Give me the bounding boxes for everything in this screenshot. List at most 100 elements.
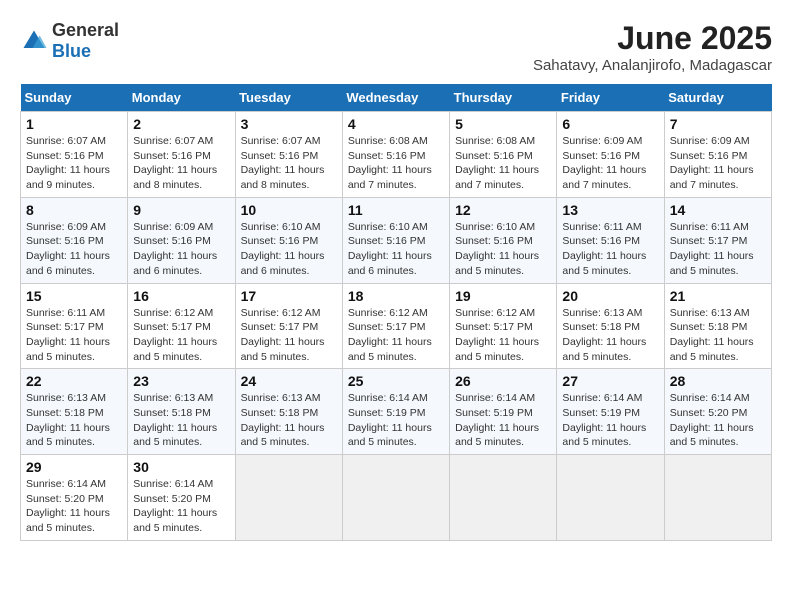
calendar-cell: 6 Sunrise: 6:09 AM Sunset: 5:16 PM Dayli…: [557, 112, 664, 198]
day-info: Sunrise: 6:12 AM Sunset: 5:17 PM Dayligh…: [241, 306, 337, 365]
calendar-cell: 21 Sunrise: 6:13 AM Sunset: 5:18 PM Dayl…: [664, 283, 771, 369]
day-number: 29: [26, 459, 122, 475]
day-info: Sunrise: 6:09 AM Sunset: 5:16 PM Dayligh…: [26, 220, 122, 279]
weekday-tuesday: Tuesday: [235, 84, 342, 112]
day-info: Sunrise: 6:13 AM Sunset: 5:18 PM Dayligh…: [562, 306, 658, 365]
day-number: 11: [348, 202, 444, 218]
day-number: 6: [562, 116, 658, 132]
day-info: Sunrise: 6:14 AM Sunset: 5:20 PM Dayligh…: [670, 391, 766, 450]
calendar-cell: 7 Sunrise: 6:09 AM Sunset: 5:16 PM Dayli…: [664, 112, 771, 198]
logo-blue: Blue: [52, 41, 91, 61]
calendar-header: Sunday Monday Tuesday Wednesday Thursday…: [21, 84, 772, 112]
calendar-cell: 20 Sunrise: 6:13 AM Sunset: 5:18 PM Dayl…: [557, 283, 664, 369]
day-info: Sunrise: 6:11 AM Sunset: 5:17 PM Dayligh…: [670, 220, 766, 279]
day-number: 23: [133, 373, 229, 389]
day-number: 3: [241, 116, 337, 132]
weekday-monday: Monday: [128, 84, 235, 112]
day-number: 5: [455, 116, 551, 132]
title-area: June 2025 Sahatavy, Analanjirofo, Madaga…: [533, 20, 772, 74]
day-number: 15: [26, 288, 122, 304]
calendar-cell: 8 Sunrise: 6:09 AM Sunset: 5:16 PM Dayli…: [21, 197, 128, 283]
weekday-wednesday: Wednesday: [342, 84, 449, 112]
calendar-cell: 1 Sunrise: 6:07 AM Sunset: 5:16 PM Dayli…: [21, 112, 128, 198]
day-info: Sunrise: 6:08 AM Sunset: 5:16 PM Dayligh…: [455, 134, 551, 193]
calendar-cell: 28 Sunrise: 6:14 AM Sunset: 5:20 PM Dayl…: [664, 369, 771, 455]
calendar-cell: 10 Sunrise: 6:10 AM Sunset: 5:16 PM Dayl…: [235, 197, 342, 283]
day-info: Sunrise: 6:09 AM Sunset: 5:16 PM Dayligh…: [670, 134, 766, 193]
weekday-sunday: Sunday: [21, 84, 128, 112]
calendar-cell: 2 Sunrise: 6:07 AM Sunset: 5:16 PM Dayli…: [128, 112, 235, 198]
calendar-cell: 12 Sunrise: 6:10 AM Sunset: 5:16 PM Dayl…: [450, 197, 557, 283]
calendar-cell: 9 Sunrise: 6:09 AM Sunset: 5:16 PM Dayli…: [128, 197, 235, 283]
day-info: Sunrise: 6:10 AM Sunset: 5:16 PM Dayligh…: [455, 220, 551, 279]
calendar-cell: 5 Sunrise: 6:08 AM Sunset: 5:16 PM Dayli…: [450, 112, 557, 198]
day-info: Sunrise: 6:07 AM Sunset: 5:16 PM Dayligh…: [26, 134, 122, 193]
day-number: 10: [241, 202, 337, 218]
header: General Blue June 2025 Sahatavy, Analanj…: [20, 20, 772, 74]
day-info: Sunrise: 6:10 AM Sunset: 5:16 PM Dayligh…: [241, 220, 337, 279]
calendar-cell: [450, 455, 557, 541]
day-info: Sunrise: 6:14 AM Sunset: 5:19 PM Dayligh…: [455, 391, 551, 450]
calendar-cell: 13 Sunrise: 6:11 AM Sunset: 5:16 PM Dayl…: [557, 197, 664, 283]
day-info: Sunrise: 6:13 AM Sunset: 5:18 PM Dayligh…: [670, 306, 766, 365]
calendar-cell: [557, 455, 664, 541]
day-info: Sunrise: 6:09 AM Sunset: 5:16 PM Dayligh…: [133, 220, 229, 279]
calendar-cell: [235, 455, 342, 541]
day-number: 26: [455, 373, 551, 389]
day-info: Sunrise: 6:11 AM Sunset: 5:16 PM Dayligh…: [562, 220, 658, 279]
day-number: 30: [133, 459, 229, 475]
calendar-cell: 3 Sunrise: 6:07 AM Sunset: 5:16 PM Dayli…: [235, 112, 342, 198]
calendar-cell: 24 Sunrise: 6:13 AM Sunset: 5:18 PM Dayl…: [235, 369, 342, 455]
calendar-cell: 14 Sunrise: 6:11 AM Sunset: 5:17 PM Dayl…: [664, 197, 771, 283]
logo-general: General: [52, 20, 119, 40]
calendar-cell: 23 Sunrise: 6:13 AM Sunset: 5:18 PM Dayl…: [128, 369, 235, 455]
weekday-thursday: Thursday: [450, 84, 557, 112]
subtitle: Sahatavy, Analanjirofo, Madagascar: [533, 57, 772, 74]
calendar-cell: 29 Sunrise: 6:14 AM Sunset: 5:20 PM Dayl…: [21, 455, 128, 541]
day-number: 8: [26, 202, 122, 218]
calendar-cell: 30 Sunrise: 6:14 AM Sunset: 5:20 PM Dayl…: [128, 455, 235, 541]
weekday-friday: Friday: [557, 84, 664, 112]
day-number: 17: [241, 288, 337, 304]
day-info: Sunrise: 6:14 AM Sunset: 5:20 PM Dayligh…: [26, 477, 122, 536]
day-info: Sunrise: 6:13 AM Sunset: 5:18 PM Dayligh…: [133, 391, 229, 450]
calendar-cell: 27 Sunrise: 6:14 AM Sunset: 5:19 PM Dayl…: [557, 369, 664, 455]
day-info: Sunrise: 6:13 AM Sunset: 5:18 PM Dayligh…: [26, 391, 122, 450]
day-number: 19: [455, 288, 551, 304]
day-number: 12: [455, 202, 551, 218]
day-number: 22: [26, 373, 122, 389]
day-number: 25: [348, 373, 444, 389]
day-number: 2: [133, 116, 229, 132]
weekday-saturday: Saturday: [664, 84, 771, 112]
day-info: Sunrise: 6:07 AM Sunset: 5:16 PM Dayligh…: [133, 134, 229, 193]
day-number: 24: [241, 373, 337, 389]
day-info: Sunrise: 6:10 AM Sunset: 5:16 PM Dayligh…: [348, 220, 444, 279]
day-number: 13: [562, 202, 658, 218]
logo-icon: [20, 27, 48, 55]
calendar-cell: 18 Sunrise: 6:12 AM Sunset: 5:17 PM Dayl…: [342, 283, 449, 369]
day-number: 9: [133, 202, 229, 218]
day-info: Sunrise: 6:09 AM Sunset: 5:16 PM Dayligh…: [562, 134, 658, 193]
main-title: June 2025: [533, 20, 772, 57]
day-info: Sunrise: 6:08 AM Sunset: 5:16 PM Dayligh…: [348, 134, 444, 193]
calendar-cell: 4 Sunrise: 6:08 AM Sunset: 5:16 PM Dayli…: [342, 112, 449, 198]
day-number: 28: [670, 373, 766, 389]
calendar-cell: [342, 455, 449, 541]
calendar-body: 1 Sunrise: 6:07 AM Sunset: 5:16 PM Dayli…: [21, 112, 772, 541]
day-info: Sunrise: 6:12 AM Sunset: 5:17 PM Dayligh…: [455, 306, 551, 365]
calendar-cell: 17 Sunrise: 6:12 AM Sunset: 5:17 PM Dayl…: [235, 283, 342, 369]
logo: General Blue: [20, 20, 119, 62]
day-number: 4: [348, 116, 444, 132]
calendar-cell: 26 Sunrise: 6:14 AM Sunset: 5:19 PM Dayl…: [450, 369, 557, 455]
day-number: 27: [562, 373, 658, 389]
calendar-cell: [664, 455, 771, 541]
day-number: 20: [562, 288, 658, 304]
calendar-table: Sunday Monday Tuesday Wednesday Thursday…: [20, 84, 772, 541]
calendar-cell: 22 Sunrise: 6:13 AM Sunset: 5:18 PM Dayl…: [21, 369, 128, 455]
day-info: Sunrise: 6:12 AM Sunset: 5:17 PM Dayligh…: [348, 306, 444, 365]
day-number: 16: [133, 288, 229, 304]
day-info: Sunrise: 6:13 AM Sunset: 5:18 PM Dayligh…: [241, 391, 337, 450]
calendar-cell: 25 Sunrise: 6:14 AM Sunset: 5:19 PM Dayl…: [342, 369, 449, 455]
calendar-cell: 15 Sunrise: 6:11 AM Sunset: 5:17 PM Dayl…: [21, 283, 128, 369]
day-info: Sunrise: 6:14 AM Sunset: 5:19 PM Dayligh…: [348, 391, 444, 450]
